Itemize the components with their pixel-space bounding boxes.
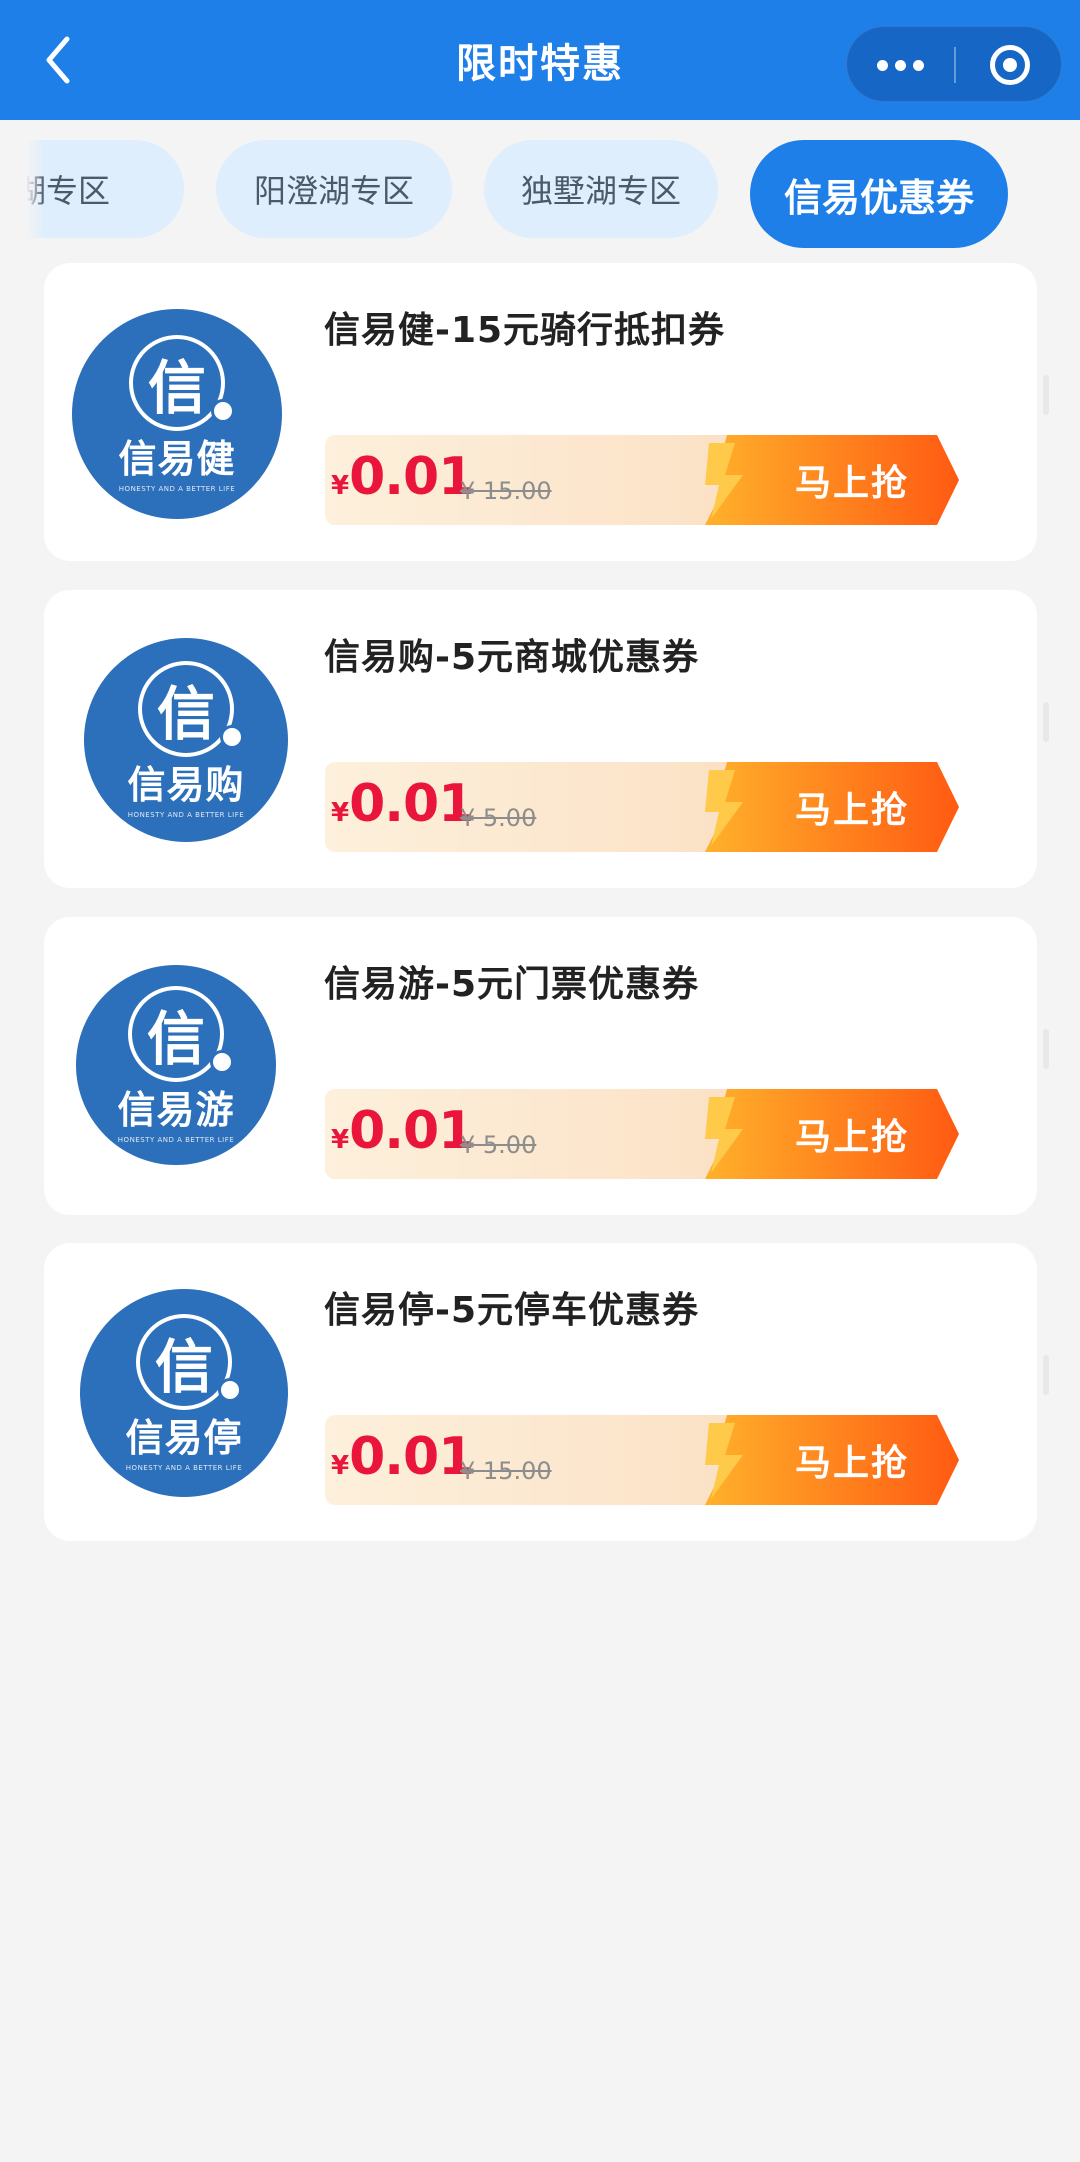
grab-button[interactable]: 马上抢	[705, 1415, 959, 1505]
capsule-divider	[954, 47, 956, 83]
current-price: ¥0.01	[331, 1427, 474, 1487]
coupon-title: 信易游-5元门票优惠券	[324, 964, 699, 1005]
more-dots-icon	[876, 59, 888, 71]
current-price: ¥0.01	[331, 1101, 474, 1161]
price-bar: ¥0.01 ¥ 15.00 马上抢	[325, 1415, 959, 1505]
coupon-card[interactable]: 信 信易游 HONESTY AND A BETTER LIFE 信易游-5元门票…	[44, 917, 1049, 1215]
logo-slogan: HONESTY AND A BETTER LIFE	[125, 1464, 243, 1472]
price-bar: ¥0.01 ¥ 5.00 马上抢	[325, 1089, 959, 1179]
brand-logo: 信 信易购 HONESTY AND A BETTER LIFE	[84, 638, 288, 842]
grab-button[interactable]: 马上抢	[705, 1089, 959, 1179]
coupon-title: 信易购-5元商城优惠券	[324, 637, 699, 678]
tab-yangchenghu[interactable]: 阳澄湖专区	[216, 140, 452, 238]
coupon-card[interactable]: 信 信易购 HONESTY AND A BETTER LIFE 信易购-5元商城…	[44, 590, 1049, 888]
coupon-card[interactable]: 信 信易健 HONESTY AND A BETTER LIFE 信易健-15元骑…	[44, 263, 1049, 561]
price-bar: ¥0.01 ¥ 15.00 马上抢	[325, 435, 959, 525]
coupon-card[interactable]: 信 信易停 HONESTY AND A BETTER LIFE 信易停-5元停车…	[44, 1243, 1049, 1541]
target-circle-icon	[990, 45, 1030, 85]
logo-slogan: HONESTY AND A BETTER LIFE	[117, 1136, 235, 1144]
price-bar: ¥0.01 ¥ 5.00 马上抢	[325, 762, 959, 852]
grab-button[interactable]: 马上抢	[705, 762, 959, 852]
close-mini-program-button[interactable]	[957, 27, 1063, 103]
mini-program-capsule	[846, 26, 1062, 102]
more-button[interactable]	[847, 27, 953, 103]
category-tabs: 湖专区 阳澄湖专区 独墅湖专区 信易优惠券	[0, 120, 1080, 260]
original-price: ¥ 15.00	[460, 477, 552, 505]
navigation-bar: 限时特惠	[0, 0, 1080, 120]
original-price: ¥ 15.00	[460, 1457, 552, 1485]
brand-logo: 信 信易游 HONESTY AND A BETTER LIFE	[76, 965, 276, 1165]
current-price: ¥0.01	[331, 447, 474, 507]
brand-logo: 信 信易停 HONESTY AND A BETTER LIFE	[80, 1289, 288, 1497]
current-price: ¥0.01	[331, 774, 474, 834]
coupon-title: 信易停-5元停车优惠券	[324, 1290, 699, 1331]
chevron-left-icon	[46, 36, 70, 84]
original-price: ¥ 5.00	[460, 804, 537, 832]
tab-dushuhu[interactable]: 独墅湖专区	[484, 140, 718, 238]
logo-slogan: HONESTY AND A BETTER LIFE	[118, 485, 236, 493]
back-button[interactable]	[28, 28, 88, 92]
tabs-scroll-fade	[0, 120, 44, 260]
coupon-title: 信易健-15元骑行抵扣券	[324, 310, 726, 351]
brand-logo: 信 信易健 HONESTY AND A BETTER LIFE	[72, 309, 282, 519]
xin-logo-icon: 信	[136, 1314, 242, 1410]
logo-slogan: HONESTY AND A BETTER LIFE	[127, 811, 245, 819]
xin-logo-icon: 信	[129, 335, 235, 431]
xin-logo-icon: 信	[138, 661, 244, 757]
grab-button[interactable]: 马上抢	[705, 435, 959, 525]
tab-xinyi-coupons[interactable]: 信易优惠券	[750, 140, 1008, 248]
original-price: ¥ 5.00	[460, 1131, 537, 1159]
xin-logo-icon: 信	[128, 986, 234, 1082]
